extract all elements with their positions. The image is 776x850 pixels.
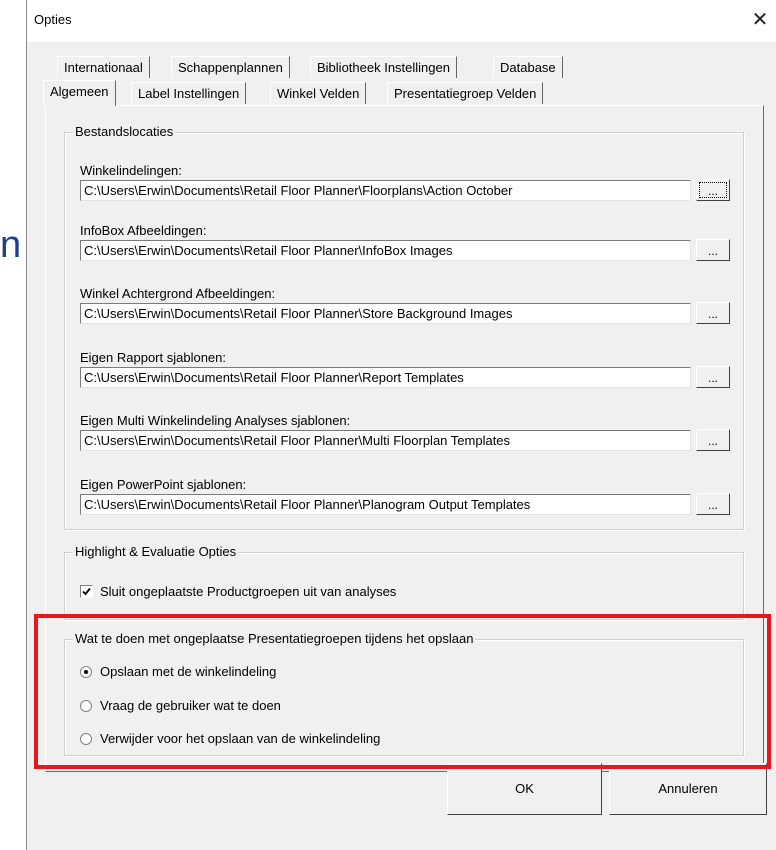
infobox-images-path-field[interactable]: C:\Users\Erwin\Documents\Retail Floor Pl… [80, 240, 691, 261]
tab-winkel-velden[interactable]: Winkel Velden [270, 82, 367, 104]
powerpoint-templates-path-field[interactable]: C:\Users\Erwin\Documents\Retail Floor Pl… [80, 494, 691, 515]
window-title: Opties [34, 12, 72, 27]
save-with-floorplan-label[interactable]: Opslaan met de winkelindeling [100, 664, 276, 679]
tab-bibliotheek-instellingen[interactable]: Bibliotheek Instellingen [310, 56, 457, 78]
unplaced-groups-group: Wat te doen met ongeplaatse Presentatieg… [64, 631, 744, 756]
floorplans-path-field[interactable]: C:\Users\Erwin\Documents\Retail Floor Pl… [80, 180, 691, 201]
infobox-images-browse-button[interactable]: ... [696, 239, 730, 261]
tab-database[interactable]: Database [493, 56, 563, 78]
report-templates-label: Eigen Rapport sjablonen: [80, 350, 226, 365]
tab-internationaal[interactable]: Internationaal [57, 56, 150, 78]
powerpoint-templates-label: Eigen PowerPoint sjablonen: [80, 477, 247, 492]
tab-label-instellingen[interactable]: Label Instellingen [131, 82, 247, 104]
store-background-path-field[interactable]: C:\Users\Erwin\Documents\Retail Floor Pl… [80, 303, 691, 324]
exclude-unplaced-label[interactable]: Sluit ongeplaatste Productgroepen uit va… [100, 584, 396, 599]
unplaced-groups-title: Wat te doen met ongeplaatse Presentatieg… [73, 631, 476, 646]
remove-before-save-label[interactable]: Verwijder voor het opslaan van de winkel… [100, 731, 380, 746]
checkmark-icon [82, 587, 91, 596]
multi-floorplan-templates-path-field[interactable]: C:\Users\Erwin\Documents\Retail Floor Pl… [80, 430, 691, 451]
report-templates-path-field[interactable]: C:\Users\Erwin\Documents\Retail Floor Pl… [80, 367, 691, 388]
tab-algemeen[interactable]: Algemeen [43, 80, 116, 106]
tab-panel-algemeen: Bestandslocaties Winkelindelingen: C:\Us… [45, 105, 764, 772]
cancel-button[interactable]: Annuleren [609, 763, 767, 815]
report-templates-browse-button[interactable]: ... [696, 366, 730, 388]
tab-presentatiegroep-velden[interactable]: Presentatiegroep Velden [387, 82, 544, 104]
powerpoint-templates-browse-button[interactable]: ... [696, 493, 730, 515]
options-dialog: Opties ✕ Internationaal Schappenplannen … [26, 0, 776, 850]
floorplans-browse-button[interactable]: ... [696, 179, 730, 201]
radio-save-with-floorplan[interactable] [80, 666, 92, 678]
file-locations-title: Bestandslocaties [73, 124, 176, 139]
highlight-options-title: Highlight & Evaluatie Opties [73, 544, 239, 559]
background-text: n [0, 224, 22, 266]
infobox-images-label: InfoBox Afbeeldingen: [80, 223, 207, 238]
title-bar: Opties ✕ [27, 0, 776, 42]
radio-selected-dot [84, 670, 88, 674]
radio-ask-user[interactable] [80, 700, 92, 712]
highlight-options-group: Highlight & Evaluatie Opties Sluit ongep… [64, 544, 744, 620]
file-locations-group: Bestandslocaties Winkelindelingen: C:\Us… [64, 124, 744, 530]
store-background-browse-button[interactable]: ... [696, 302, 730, 324]
store-background-label: Winkel Achtergrond Afbeeldingen: [80, 286, 276, 301]
tab-schappenplannen[interactable]: Schappenplannen [171, 56, 290, 78]
multi-floorplan-templates-label: Eigen Multi Winkelindeling Analyses sjab… [80, 413, 351, 428]
close-icon[interactable]: ✕ [747, 7, 773, 33]
floorplans-label: Winkelindelingen: [80, 163, 182, 178]
multi-floorplan-templates-browse-button[interactable]: ... [696, 429, 730, 451]
ask-user-label[interactable]: Vraag de gebruiker wat te doen [100, 698, 281, 713]
radio-remove-before-save[interactable] [80, 733, 92, 745]
ok-button[interactable]: OK [447, 763, 602, 815]
exclude-unplaced-checkbox[interactable] [80, 585, 93, 598]
